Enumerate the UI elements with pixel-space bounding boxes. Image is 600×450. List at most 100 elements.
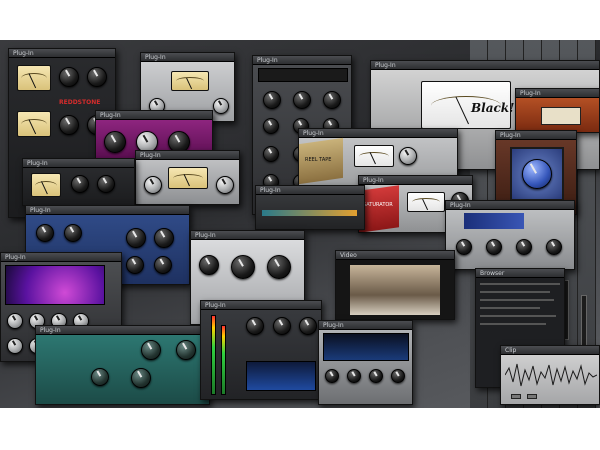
rotary-knob[interactable] bbox=[263, 91, 281, 109]
window-titlebar[interactable]: Plug-In bbox=[256, 186, 364, 195]
rotary-knob[interactable] bbox=[126, 228, 146, 248]
window-titlebar[interactable]: Plug-In bbox=[141, 53, 234, 62]
rotary-knob[interactable] bbox=[267, 255, 291, 279]
rotary-knob[interactable] bbox=[516, 239, 532, 255]
window-titlebar[interactable]: Plug-In bbox=[299, 129, 457, 138]
rotary-knob[interactable] bbox=[104, 131, 126, 153]
window-titlebar[interactable]: Plug-In bbox=[319, 321, 412, 330]
rotary-knob[interactable] bbox=[59, 115, 79, 135]
rotary-knob[interactable] bbox=[213, 98, 229, 114]
level-meter bbox=[221, 325, 226, 395]
rotary-knob[interactable] bbox=[126, 256, 144, 274]
rotary-knob[interactable] bbox=[299, 317, 317, 335]
rotary-knob[interactable] bbox=[144, 176, 162, 194]
window-titlebar[interactable]: Clip bbox=[501, 346, 599, 355]
rotary-knob[interactable] bbox=[87, 67, 107, 87]
window-titlebar[interactable]: Plug-In bbox=[96, 111, 212, 120]
rotary-knob[interactable] bbox=[369, 369, 383, 383]
vu-meter bbox=[17, 111, 51, 137]
window-titlebar[interactable]: Plug-In bbox=[23, 159, 134, 168]
list-row[interactable] bbox=[480, 315, 556, 317]
display-panel bbox=[541, 107, 581, 125]
vu-meter bbox=[407, 192, 445, 212]
transport-button[interactable] bbox=[527, 394, 537, 399]
rotary-knob[interactable] bbox=[456, 239, 472, 255]
rotary-knob[interactable] bbox=[263, 118, 279, 134]
clip-window-waveform[interactable]: Clip bbox=[500, 345, 600, 405]
rotary-knob[interactable] bbox=[546, 239, 562, 255]
vu-meter bbox=[31, 173, 61, 197]
rotary-knob[interactable] bbox=[64, 224, 82, 242]
rotary-knob[interactable] bbox=[199, 255, 219, 275]
large-rotary-knob[interactable] bbox=[522, 159, 552, 189]
rotary-knob[interactable] bbox=[59, 67, 79, 87]
window-title: Plug-In bbox=[13, 50, 34, 57]
list-row[interactable] bbox=[480, 307, 540, 309]
list-row[interactable] bbox=[480, 283, 560, 285]
window-titlebar[interactable]: Plug-In bbox=[136, 151, 239, 160]
window-titlebar[interactable]: Plug-In bbox=[253, 56, 351, 65]
window-titlebar[interactable]: Plug-In bbox=[26, 206, 189, 215]
rotary-knob[interactable] bbox=[246, 317, 264, 335]
rotary-knob[interactable] bbox=[216, 176, 234, 194]
window-title: Plug-In bbox=[450, 202, 471, 209]
list-row[interactable] bbox=[480, 299, 554, 301]
rotary-knob[interactable] bbox=[36, 224, 54, 242]
reel-tape-label: REEL TAPE bbox=[305, 157, 332, 163]
rotary-knob[interactable] bbox=[486, 239, 502, 255]
rotary-knob[interactable] bbox=[71, 175, 89, 193]
window-titlebar[interactable]: Plug-In bbox=[516, 89, 599, 98]
rotary-knob[interactable] bbox=[91, 368, 109, 386]
window-title: Plug-In bbox=[375, 62, 396, 69]
rotary-knob[interactable] bbox=[141, 340, 161, 360]
window-title: Plug-In bbox=[257, 57, 278, 64]
display-panel bbox=[464, 213, 524, 229]
plugin-window-video[interactable]: Video bbox=[335, 250, 455, 320]
rotary-knob[interactable] bbox=[273, 317, 291, 335]
plugin-window-meter-rack[interactable]: Plug-In bbox=[200, 300, 322, 400]
window-title: Plug-In bbox=[260, 187, 281, 194]
rotary-knob[interactable] bbox=[263, 146, 279, 162]
brand-logo: Black! bbox=[471, 101, 515, 115]
rotary-knob[interactable] bbox=[131, 368, 151, 388]
rotary-knob[interactable] bbox=[391, 369, 405, 383]
plugin-collage: Plug-In Black! Plug-In Plug-In Plug-In P… bbox=[0, 40, 600, 408]
window-titlebar[interactable]: Plug-In bbox=[359, 176, 472, 185]
plugin-window-vocal-rider[interactable]: Plug-In bbox=[255, 185, 365, 230]
rotary-knob[interactable] bbox=[7, 338, 23, 354]
rotary-knob[interactable] bbox=[154, 228, 174, 248]
rotary-knob[interactable] bbox=[293, 91, 311, 109]
window-titlebar[interactable]: Plug-In bbox=[496, 131, 576, 140]
window-title: Plug-In bbox=[140, 152, 161, 159]
plugin-window-fairchild[interactable]: Plug-In bbox=[135, 150, 240, 205]
window-titlebar[interactable]: Plug-In bbox=[446, 201, 574, 210]
rotary-knob[interactable] bbox=[325, 369, 339, 383]
window-titlebar[interactable]: Plug-In bbox=[36, 326, 209, 335]
window-titlebar[interactable]: Plug-In bbox=[1, 253, 121, 262]
rotary-knob[interactable] bbox=[7, 313, 23, 329]
window-titlebar[interactable]: Plug-In bbox=[9, 49, 115, 58]
plugin-window-spectrum[interactable]: Plug-In bbox=[318, 320, 413, 405]
window-titlebar[interactable]: Video bbox=[336, 251, 454, 260]
rotary-knob[interactable] bbox=[323, 91, 341, 109]
video-frame bbox=[350, 265, 440, 315]
list-row[interactable] bbox=[480, 323, 546, 325]
rotary-knob[interactable] bbox=[97, 175, 115, 193]
plugin-window-orange-eq[interactable]: Plug-In bbox=[515, 88, 600, 133]
rotary-knob[interactable] bbox=[399, 147, 417, 165]
rotary-knob[interactable] bbox=[231, 255, 255, 279]
window-title: Clip bbox=[505, 347, 517, 354]
list-row[interactable] bbox=[480, 291, 550, 293]
rotary-knob[interactable] bbox=[176, 340, 196, 360]
window-title: Plug-In bbox=[520, 90, 541, 97]
window-titlebar[interactable]: Plug-In bbox=[201, 301, 321, 310]
plugin-window-teal-delay[interactable]: Plug-In bbox=[35, 325, 210, 405]
rotary-knob[interactable] bbox=[154, 256, 172, 274]
plugin-window-la2a-second[interactable]: Plug-In bbox=[22, 158, 135, 206]
window-titlebar[interactable]: Plug-In bbox=[371, 61, 599, 70]
window-titlebar[interactable]: Plug-In bbox=[191, 231, 304, 240]
plugin-window-blue-channel[interactable]: Plug-In bbox=[445, 200, 575, 270]
rotary-knob[interactable] bbox=[347, 369, 361, 383]
window-titlebar[interactable]: Browser bbox=[476, 269, 564, 278]
transport-button[interactable] bbox=[511, 394, 521, 399]
